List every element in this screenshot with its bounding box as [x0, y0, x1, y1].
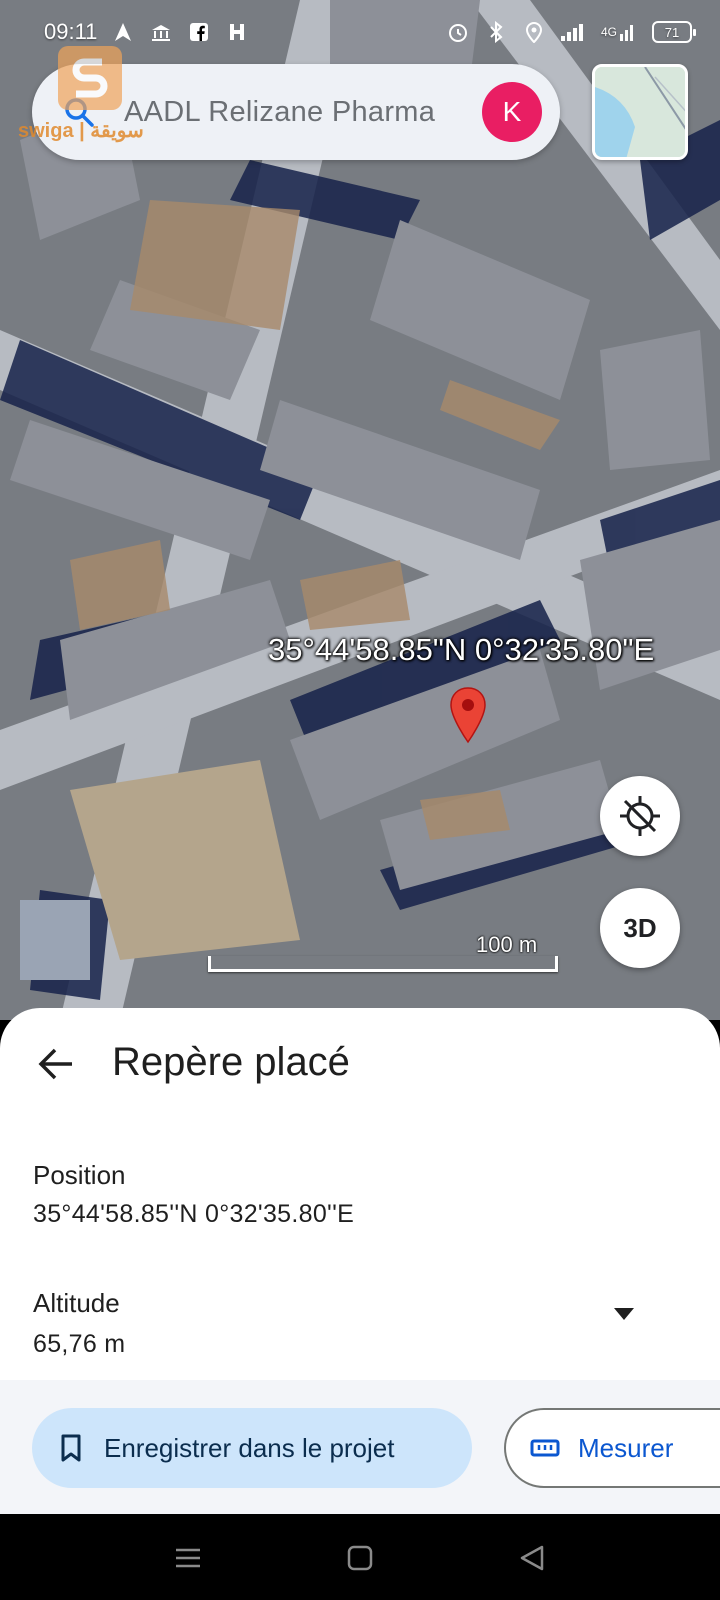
measure-label: Mesurer: [578, 1432, 674, 1463]
save-to-project-label: Enregistrer dans le projet: [104, 1432, 395, 1463]
back-arrow-icon[interactable]: [36, 1044, 76, 1084]
altitude-label: Altitude: [33, 1288, 120, 1318]
bank-icon: [149, 20, 173, 44]
bookmark-icon: [61, 1434, 81, 1462]
alarm-icon: [446, 20, 470, 44]
minimap-icon: [595, 67, 685, 157]
ruler-icon: [530, 1439, 560, 1457]
measure-button[interactable]: Mesurer: [504, 1408, 720, 1488]
dropdown-arrow-icon[interactable]: [612, 1306, 636, 1322]
network-type: 4G: [600, 25, 617, 39]
map-pin-icon[interactable]: [448, 686, 488, 744]
status-right: 4G 71: [446, 20, 696, 44]
position-label: Position: [33, 1160, 126, 1190]
scale-label: 100 m: [476, 932, 538, 957]
sheet-title: Repère placé: [112, 1040, 350, 1084]
h-app-icon: [225, 20, 249, 44]
position-value: 35°44'58.85''N 0°32'35.80''E: [33, 1200, 355, 1228]
battery-icon: 71: [652, 21, 696, 43]
scale-bar: [208, 956, 558, 972]
save-to-project-button[interactable]: Enregistrer dans le projet: [32, 1408, 472, 1488]
account-avatar[interactable]: K: [482, 82, 542, 142]
home-icon[interactable]: [346, 1544, 374, 1572]
location-icon: [522, 20, 546, 44]
search-input[interactable]: AADL Relizane Pharma: [124, 96, 468, 129]
menu-icon[interactable]: [174, 1544, 202, 1572]
sheet-header: Repère placé: [0, 1008, 720, 1118]
status-bar: 09:11 4G 71: [0, 0, 720, 64]
status-left: 09:11: [44, 19, 249, 45]
wifi-icon: 4G: [598, 20, 638, 44]
altitude-value: 65,76 m: [33, 1330, 126, 1358]
bluetooth-icon: [484, 20, 508, 44]
search-bar[interactable]: AADL Relizane Pharma K: [32, 64, 560, 160]
3d-view-button[interactable]: 3D: [600, 888, 680, 968]
back-icon[interactable]: [518, 1544, 546, 1572]
location-disabled-icon: [620, 796, 660, 836]
map-layers-button[interactable]: [592, 64, 688, 160]
signal-icon: [560, 20, 584, 44]
facebook-icon: [187, 20, 211, 44]
battery-level: 71: [664, 24, 680, 40]
map-coordinates-label: 35°44'58.85"N 0°32'35.80"E: [268, 632, 655, 667]
search-icon[interactable]: [62, 95, 96, 129]
system-navigation-bar: [0, 1514, 720, 1600]
status-time: 09:11: [44, 19, 98, 44]
navigation-icon: [111, 20, 135, 44]
my-location-button[interactable]: [600, 776, 680, 856]
sheet-actions: Enregistrer dans le projet Mesurer: [0, 1380, 720, 1514]
